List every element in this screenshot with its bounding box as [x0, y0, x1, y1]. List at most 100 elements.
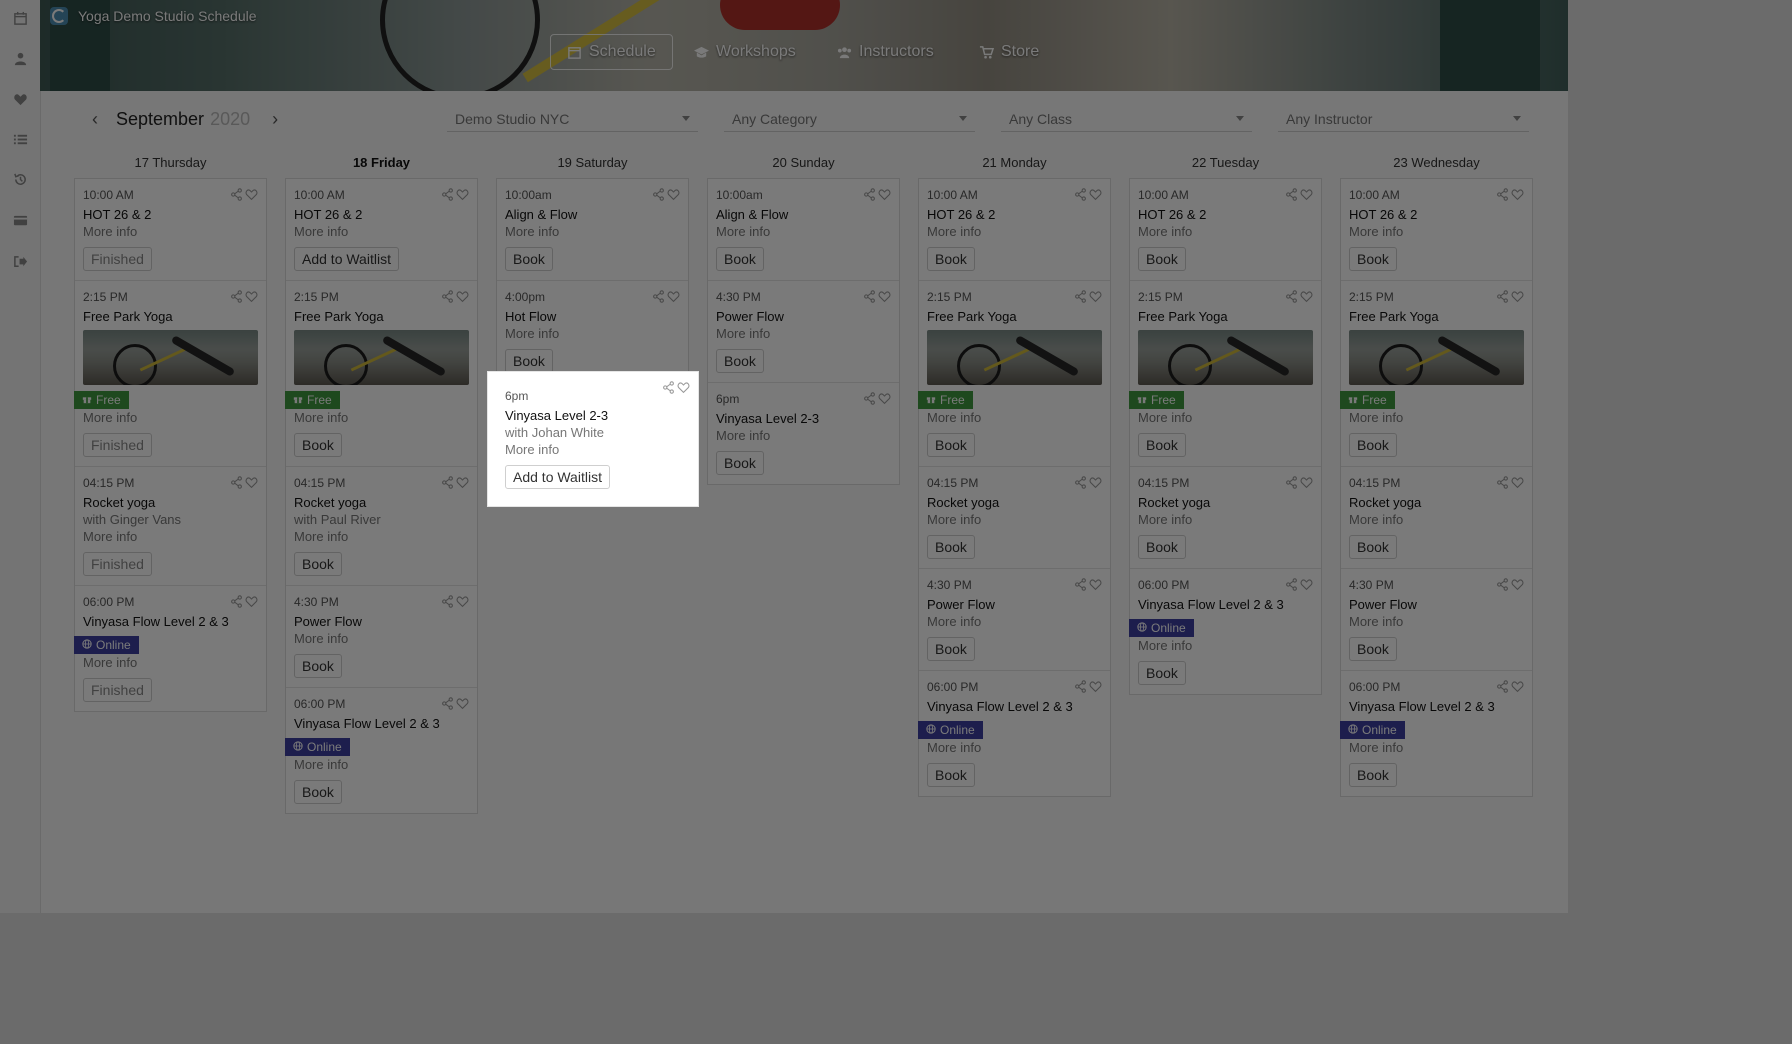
- heart-icon[interactable]: [878, 392, 891, 410]
- share-icon[interactable]: [1496, 290, 1509, 308]
- more-info-link[interactable]: More info: [1138, 223, 1313, 240]
- book-button[interactable]: Book: [294, 552, 342, 576]
- class-name[interactable]: HOT 26 & 2: [927, 206, 1102, 223]
- class-name[interactable]: Rocket yoga: [83, 494, 258, 511]
- share-icon[interactable]: [863, 392, 876, 410]
- heart-icon[interactable]: [1089, 188, 1102, 206]
- heart-icon[interactable]: [1511, 188, 1524, 206]
- nav-instructors[interactable]: Instructors: [837, 34, 934, 70]
- category-select[interactable]: Any Category: [724, 106, 975, 132]
- heart-icon[interactable]: [456, 290, 469, 308]
- heart-icon[interactable]: [1089, 476, 1102, 494]
- book-button[interactable]: Book: [505, 349, 553, 373]
- class-name[interactable]: Rocket yoga: [927, 494, 1102, 511]
- book-button[interactable]: Book: [927, 535, 975, 559]
- sign-out-icon[interactable]: [12, 253, 28, 269]
- class-name[interactable]: Power Flow: [294, 613, 469, 630]
- nav-workshops[interactable]: Workshops: [694, 34, 796, 70]
- user-icon[interactable]: [12, 50, 28, 66]
- book-button[interactable]: Book: [716, 451, 764, 475]
- more-info-link[interactable]: More info: [83, 223, 258, 240]
- class-name[interactable]: Hot Flow: [505, 308, 680, 325]
- book-button[interactable]: Book: [1349, 637, 1397, 661]
- book-button[interactable]: Book: [1138, 433, 1186, 457]
- book-button[interactable]: Book: [294, 780, 342, 804]
- heart-icon[interactable]: [878, 290, 891, 308]
- book-button[interactable]: Book: [294, 654, 342, 678]
- share-icon[interactable]: [1074, 476, 1087, 494]
- studio-select[interactable]: Demo Studio NYC: [447, 106, 698, 132]
- app-logo[interactable]: [50, 7, 68, 25]
- add-to-waitlist-button[interactable]: Add to Waitlist: [505, 465, 610, 489]
- class-name[interactable]: Rocket yoga: [1349, 494, 1524, 511]
- share-icon[interactable]: [230, 188, 243, 206]
- heart-icon[interactable]: [1300, 188, 1313, 206]
- class-name[interactable]: Free Park Yoga: [1138, 308, 1313, 325]
- book-button[interactable]: Book: [1349, 763, 1397, 787]
- more-info-link[interactable]: More info: [927, 613, 1102, 630]
- heart-icon[interactable]: [456, 697, 469, 715]
- share-icon[interactable]: [1285, 476, 1298, 494]
- more-info-link[interactable]: More info: [1349, 409, 1524, 426]
- book-button[interactable]: Book: [1349, 247, 1397, 271]
- book-button[interactable]: Book: [1138, 535, 1186, 559]
- more-info-link[interactable]: More info: [927, 223, 1102, 240]
- class-name[interactable]: HOT 26 & 2: [83, 206, 258, 223]
- share-icon[interactable]: [1496, 188, 1509, 206]
- add-to-waitlist-button[interactable]: Add to Waitlist: [294, 247, 399, 271]
- heart-icon[interactable]: [456, 476, 469, 494]
- share-icon[interactable]: [1074, 188, 1087, 206]
- class-name[interactable]: HOT 26 & 2: [294, 206, 469, 223]
- more-info-link[interactable]: More info: [83, 654, 258, 671]
- heart-icon[interactable]: [245, 476, 258, 494]
- more-info-link[interactable]: More info: [294, 409, 469, 426]
- heart-icon[interactable]: [456, 595, 469, 613]
- share-icon[interactable]: [863, 188, 876, 206]
- share-icon[interactable]: [1285, 578, 1298, 596]
- share-icon[interactable]: [230, 476, 243, 494]
- more-info-link[interactable]: More info: [1349, 613, 1524, 630]
- heart-icon[interactable]: [456, 188, 469, 206]
- more-info-link[interactable]: More info: [505, 441, 681, 458]
- heart-icon[interactable]: [1089, 578, 1102, 596]
- share-icon[interactable]: [1496, 476, 1509, 494]
- share-icon[interactable]: [863, 290, 876, 308]
- share-icon[interactable]: [230, 595, 243, 613]
- class-name[interactable]: Power Flow: [927, 596, 1102, 613]
- heart-icon[interactable]: [245, 188, 258, 206]
- class-name[interactable]: Align & Flow: [716, 206, 891, 223]
- share-icon[interactable]: [1074, 680, 1087, 698]
- class-name[interactable]: Vinyasa Flow Level 2 & 3: [1138, 596, 1313, 613]
- share-icon[interactable]: [652, 188, 665, 206]
- prev-month-icon[interactable]: ‹: [88, 109, 102, 129]
- share-icon[interactable]: [441, 290, 454, 308]
- share-icon[interactable]: [1074, 290, 1087, 308]
- class-name[interactable]: Vinyasa Flow Level 2 & 3: [83, 613, 258, 630]
- class-name[interactable]: Align & Flow: [505, 206, 680, 223]
- class-name[interactable]: HOT 26 & 2: [1138, 206, 1313, 223]
- heart-icon[interactable]: [1511, 680, 1524, 698]
- share-icon[interactable]: [662, 381, 675, 399]
- book-button[interactable]: Book: [1138, 247, 1186, 271]
- instructor-select[interactable]: Any Instructor: [1278, 106, 1529, 132]
- book-button[interactable]: Book: [927, 637, 975, 661]
- share-icon[interactable]: [230, 290, 243, 308]
- more-info-link[interactable]: More info: [294, 528, 469, 545]
- share-icon[interactable]: [1074, 578, 1087, 596]
- share-icon[interactable]: [441, 476, 454, 494]
- class-name[interactable]: Free Park Yoga: [294, 308, 469, 325]
- class-name[interactable]: Rocket yoga: [294, 494, 469, 511]
- heart-icon[interactable]: [1089, 680, 1102, 698]
- more-info-link[interactable]: More info: [716, 325, 891, 342]
- book-button[interactable]: Book: [927, 433, 975, 457]
- heart-icon[interactable]: [1300, 476, 1313, 494]
- book-button[interactable]: Book: [505, 247, 553, 271]
- more-info-link[interactable]: More info: [1138, 637, 1313, 654]
- class-name[interactable]: Vinyasa Level 2-3: [505, 407, 681, 424]
- heart-icon[interactable]: [677, 381, 690, 399]
- more-info-link[interactable]: More info: [505, 325, 680, 342]
- book-button[interactable]: Book: [716, 349, 764, 373]
- more-info-link[interactable]: More info: [505, 223, 680, 240]
- class-name[interactable]: Power Flow: [716, 308, 891, 325]
- more-info-link[interactable]: More info: [294, 223, 469, 240]
